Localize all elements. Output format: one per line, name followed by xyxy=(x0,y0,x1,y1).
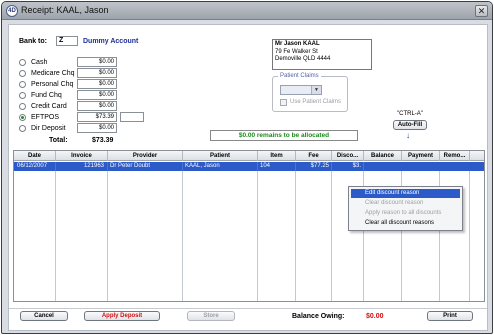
arrow-down-icon: ↓ xyxy=(406,131,410,140)
column-header-item[interactable]: Item xyxy=(258,151,296,161)
receipt-content: Bank to: Z Dummy Account Cash $0.00 Medi… xyxy=(8,24,488,331)
column-divider xyxy=(55,171,56,301)
balance-owing-label: Balance Owing: xyxy=(292,313,345,320)
column-header-date[interactable]: Date xyxy=(14,151,56,161)
title-bar[interactable]: 4D Receipt: KAAL, Jason ✕ xyxy=(2,2,492,20)
amount-personal-chq-input[interactable]: $0.00 xyxy=(77,79,117,89)
column-header-fee[interactable]: Fee xyxy=(296,151,332,161)
balance-owing-value: $0.00 xyxy=(366,313,384,320)
patient-address-box: Mr Jason KAAL 79 Fe Walker St Demoville … xyxy=(272,39,372,70)
payment-label-credit-card: Credit Card xyxy=(31,103,67,110)
auto-fill-button[interactable]: Auto-Fill xyxy=(393,120,427,130)
close-icon: ✕ xyxy=(477,6,486,16)
column-header-payment[interactable]: Payment xyxy=(402,151,440,161)
discount-context-menu: Edit discount reason Clear discount reas… xyxy=(348,186,463,231)
payment-label-medicare-chq: Medicare Chq xyxy=(31,70,75,77)
total-value: $73.39 xyxy=(92,137,114,144)
close-window-button[interactable]: ✕ xyxy=(475,5,488,17)
cell-fee: $77.25 xyxy=(296,162,332,171)
apply-deposit-button[interactable]: Apply Deposit xyxy=(84,311,160,321)
store-button[interactable]: Store xyxy=(187,311,235,321)
amount-dir-deposit-input[interactable]: $0.00 xyxy=(77,123,117,133)
menu-item-edit-discount-reason[interactable]: Edit discount reason xyxy=(351,189,460,198)
address-line-3: Demoville QLD 4444 xyxy=(275,56,331,62)
column-header-invoice[interactable]: Invoice xyxy=(56,151,108,161)
window-title: Receipt: KAAL, Jason xyxy=(21,5,109,15)
receipt-window: 4D Receipt: KAAL, Jason ✕ Bank to: Z Dum… xyxy=(1,1,493,334)
bank-label: Bank to: xyxy=(19,38,47,45)
column-header-patient[interactable]: Patient xyxy=(183,151,258,161)
column-header-provider[interactable]: Provider xyxy=(108,151,183,161)
bank-account-name: Dummy Account xyxy=(83,38,139,45)
radio-eftpos[interactable] xyxy=(19,114,26,121)
amount-medicare-chq-input[interactable]: $0.00 xyxy=(77,68,117,78)
patient-claims-title: Patient Claims xyxy=(278,73,321,79)
column-divider xyxy=(295,171,296,301)
chevron-down-icon: ▼ xyxy=(311,86,321,94)
cell-provider: Dr Peter Doubt xyxy=(108,162,183,171)
radio-personal-chq[interactable] xyxy=(19,81,26,88)
cell-invoice: 121963 xyxy=(56,162,108,171)
amount-credit-card-input[interactable]: $0.00 xyxy=(77,101,117,111)
cell-discount[interactable]: $3. xyxy=(332,162,364,171)
payment-label-eftpos: EFTPOS xyxy=(31,114,60,121)
column-header-discount[interactable]: Disco... xyxy=(332,151,364,161)
amount-cash-input[interactable]: $0.00 xyxy=(77,57,117,67)
amount-fund-chq-input[interactable]: $0.00 xyxy=(77,90,117,100)
address-line-2: 79 Fe Walker St xyxy=(275,48,318,55)
column-divider xyxy=(182,171,183,301)
radio-medicare-chq[interactable] xyxy=(19,70,26,77)
table-row[interactable]: 06/12/2007 121963 Dr Peter Doubt KAAL, J… xyxy=(14,162,484,171)
footer-divider xyxy=(9,308,487,309)
menu-item-clear-discount-reason[interactable]: Clear discount reason xyxy=(351,199,460,208)
column-divider xyxy=(469,171,470,301)
print-button[interactable]: Print xyxy=(427,311,473,321)
column-divider xyxy=(257,171,258,301)
cell-date: 06/12/2007 xyxy=(14,162,56,171)
app-4d-icon: 4D xyxy=(6,5,18,17)
payment-label-personal-chq: Personal Chq xyxy=(31,81,74,88)
column-divider xyxy=(331,171,332,301)
payment-label-dir-deposit: Dir Deposit xyxy=(31,125,66,132)
payment-label-fund-chq: Fund Chq xyxy=(31,92,62,99)
radio-dir-deposit[interactable] xyxy=(19,125,26,132)
total-label: Total: xyxy=(49,137,68,144)
radio-fund-chq[interactable] xyxy=(19,92,26,99)
table-header: Date Invoice Provider Patient Item Fee D… xyxy=(14,151,484,161)
menu-item-clear-all-discount-reasons[interactable]: Clear all discount reasons xyxy=(351,219,460,228)
use-patient-claims-label: Use Patient Claims xyxy=(290,99,342,105)
cancel-button[interactable]: Cancel xyxy=(20,311,68,321)
amount-eftpos-input[interactable]: $73.39 xyxy=(77,112,117,122)
patient-claims-group: Patient Claims ▼ Use Patient Claims xyxy=(272,73,348,112)
radio-cash[interactable] xyxy=(19,59,26,66)
address-line-1: Mr Jason KAAL xyxy=(275,41,320,47)
column-header-remove[interactable]: Remo... xyxy=(440,151,470,161)
patient-claims-select[interactable]: ▼ xyxy=(280,85,322,95)
cell-item: 104 xyxy=(258,162,296,171)
column-header-balance[interactable]: Balance xyxy=(364,151,402,161)
autofill-shortcut-hint: "CTRL-A" xyxy=(397,111,423,117)
payment-label-cash: Cash xyxy=(31,59,48,66)
allocation-message: $0.00 remains to be allocated xyxy=(210,130,358,141)
use-patient-claims-checkbox[interactable] xyxy=(280,99,287,106)
menu-item-apply-reason-to-all[interactable]: Apply reason to all discounts xyxy=(351,209,460,218)
radio-credit-card[interactable] xyxy=(19,103,26,110)
eftpos-extra-input[interactable] xyxy=(120,112,144,122)
bank-code-input[interactable]: Z xyxy=(56,36,78,46)
cell-patient: KAAL, Jason xyxy=(183,162,258,171)
column-divider xyxy=(107,171,108,301)
